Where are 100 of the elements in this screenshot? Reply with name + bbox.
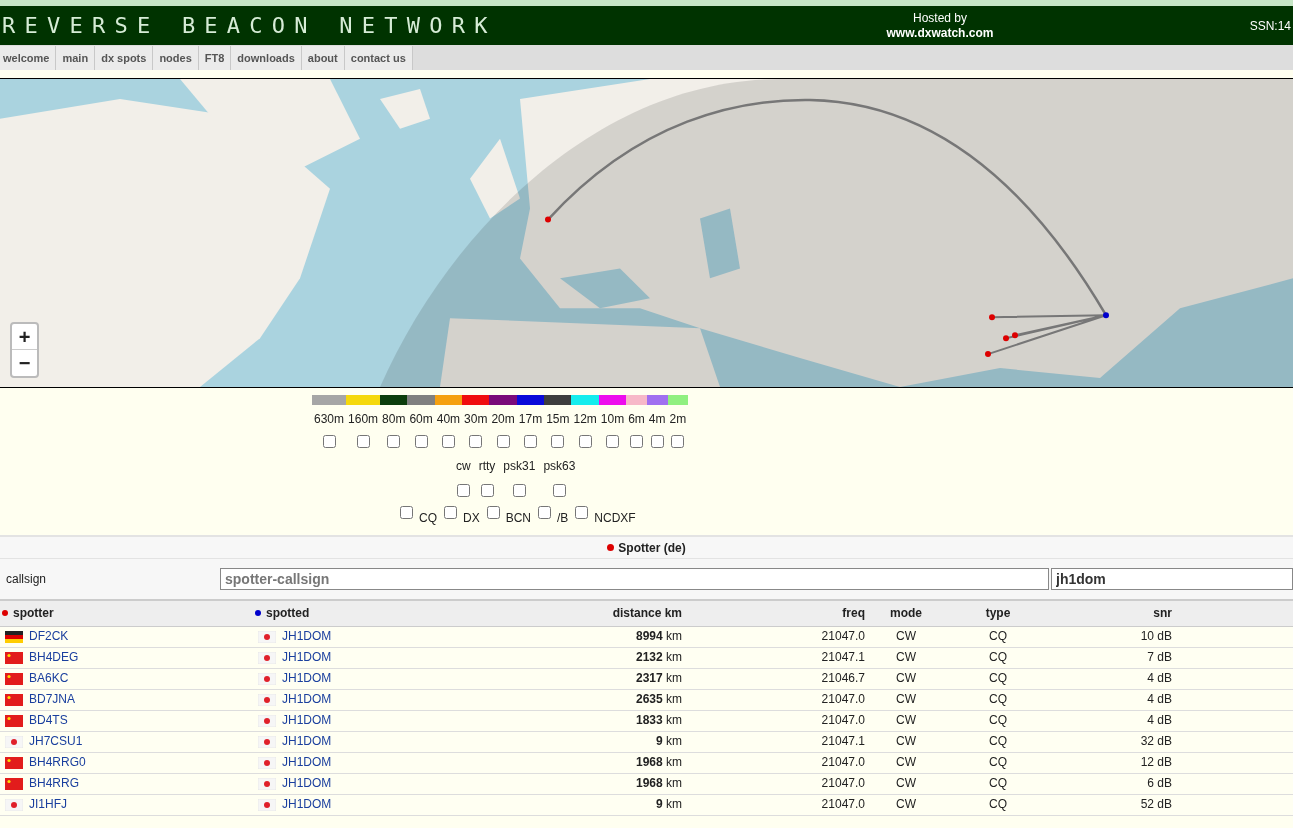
mode-label: cw	[456, 458, 471, 475]
spotted-link[interactable]: JH1DOM	[282, 713, 332, 728]
flag-icon	[258, 714, 276, 727]
flag-icon	[258, 777, 276, 790]
nav-tab[interactable]: main	[56, 46, 96, 70]
nav-tab[interactable]: FT8	[198, 46, 232, 70]
band-label: 6m	[627, 411, 646, 428]
spotted-link[interactable]: JH1DOM	[282, 755, 332, 770]
zoom-in-button[interactable]: +	[12, 324, 37, 350]
mode-value: CW	[896, 734, 916, 748]
checkbox[interactable]	[480, 484, 494, 497]
flag-icon	[258, 798, 276, 811]
nav-tab[interactable]: contact us	[344, 46, 413, 70]
checkbox[interactable]	[578, 435, 592, 448]
hosted-link[interactable]: www.dxwatch.com	[886, 25, 994, 41]
nav-tab[interactable]: dx spots	[95, 46, 154, 70]
freq-value: 21047.0	[821, 776, 865, 790]
freq-value: 21047.1	[821, 734, 865, 748]
checkbox[interactable]	[322, 435, 336, 448]
checkbox[interactable]	[441, 435, 455, 448]
spotted-link[interactable]: JH1DOM	[282, 734, 332, 749]
mode-label: psk63	[543, 458, 576, 475]
ssn-label: SSN:14	[1249, 17, 1292, 35]
freq-value: 21047.0	[821, 755, 865, 769]
type-value: CQ	[989, 650, 1007, 664]
checkbox[interactable]	[606, 435, 619, 448]
checkbox[interactable]	[486, 506, 500, 519]
type-label: DX	[463, 510, 480, 527]
checkbox[interactable]	[552, 484, 566, 497]
checkbox[interactable]	[575, 506, 589, 519]
checkbox[interactable]	[387, 435, 401, 448]
spotted-link[interactable]: JH1DOM	[282, 797, 332, 812]
spotted-link[interactable]: JH1DOM	[282, 650, 332, 665]
spotted-link[interactable]: JH1DOM	[282, 776, 332, 791]
checkbox[interactable]	[496, 435, 510, 448]
checkbox[interactable]	[414, 435, 428, 448]
spotter-link[interactable]: JH7CSU1	[29, 734, 83, 749]
freq-value: 21047.0	[821, 692, 865, 706]
snr-value: 4 dB	[1147, 692, 1172, 706]
spotter-link[interactable]: BD7JNA	[29, 692, 75, 707]
flag-icon	[5, 777, 23, 790]
snr-value: 52 dB	[1140, 797, 1172, 811]
checkbox[interactable]	[538, 506, 551, 519]
flag-icon	[5, 630, 23, 643]
checkbox[interactable]	[671, 435, 685, 448]
band-label: 4m	[647, 411, 667, 428]
snr-value: 4 dB	[1147, 713, 1172, 727]
checkbox[interactable]	[456, 484, 470, 497]
distance-value: 2317 km	[635, 671, 682, 685]
spotter-link[interactable]: BH4DEG	[29, 650, 79, 665]
spotter-link[interactable]: BD4TS	[29, 713, 68, 728]
mode-value: CW	[896, 629, 916, 643]
snr-value: 4 dB	[1147, 671, 1172, 685]
band-label: 10m	[599, 411, 626, 428]
spotted-link[interactable]: JH1DOM	[282, 671, 332, 686]
type-value: CQ	[989, 671, 1007, 685]
nav-tab[interactable]: downloads	[231, 46, 302, 70]
spotter-link[interactable]: BA6KC	[29, 671, 69, 686]
flag-icon	[258, 672, 276, 685]
distance-value: 2635 km	[635, 692, 682, 706]
spotter-link[interactable]: DF2CK	[29, 629, 69, 644]
snr-value: 12 dB	[1140, 755, 1172, 769]
flag-icon	[5, 672, 23, 685]
freq-value: 21047.0	[821, 713, 865, 727]
freq-value: 21047.1	[821, 650, 865, 664]
checkbox[interactable]	[400, 506, 413, 519]
zoom-out-button[interactable]: −	[12, 350, 37, 376]
checkbox[interactable]	[650, 435, 664, 448]
mode-label: psk31	[503, 458, 536, 475]
spotted-link[interactable]: JH1DOM	[282, 692, 332, 707]
spotter-link[interactable]: JI1HFJ	[29, 797, 67, 812]
nav-tab[interactable]: welcome	[0, 46, 57, 70]
nav-tab[interactable]: nodes	[153, 46, 199, 70]
spotted-link[interactable]: JH1DOM	[282, 629, 332, 644]
band-label: 20m	[490, 411, 516, 428]
spotted-callsign-field[interactable]: jh1dom	[1051, 568, 1293, 590]
column-header: freq	[842, 606, 865, 621]
checkbox[interactable]	[523, 435, 537, 448]
spotter-link[interactable]: BH4RRG	[29, 776, 79, 791]
checkbox[interactable]	[356, 435, 370, 448]
freq-value: 21046.7	[821, 671, 865, 685]
nav-tab[interactable]: about	[301, 46, 345, 70]
distance-value: 1968 km	[635, 776, 682, 790]
band-label: 60m	[408, 411, 434, 428]
section-title: Spotter (de)	[618, 539, 686, 557]
checkbox[interactable]	[444, 506, 457, 519]
distance-value: 9 km	[655, 734, 682, 748]
band-label: 80m	[381, 411, 407, 428]
checkbox[interactable]	[469, 435, 483, 448]
checkbox[interactable]	[512, 484, 526, 497]
spotter-callsign-field[interactable]: spotter-callsign	[220, 568, 1049, 590]
checkbox[interactable]	[551, 435, 565, 448]
band-label: 30m	[463, 411, 489, 428]
hosted-label: Hosted by	[913, 10, 967, 26]
flag-icon	[258, 735, 276, 748]
checkbox[interactable]	[630, 435, 643, 448]
distance-value: 1833 km	[635, 713, 682, 727]
spotter-link[interactable]: BH4RRG0	[29, 755, 86, 770]
band-label: 630m	[313, 411, 346, 428]
flag-icon	[5, 756, 23, 769]
